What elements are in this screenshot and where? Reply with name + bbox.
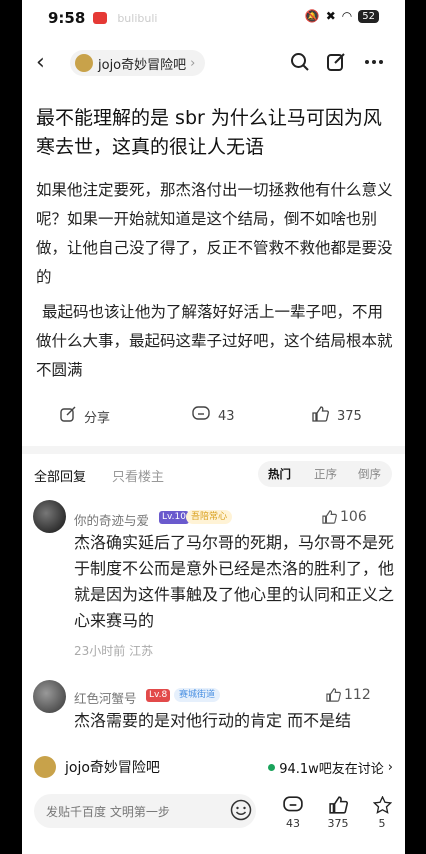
reply-placeholder: 发贴千百度 文明第一步 — [46, 805, 170, 819]
mute-icon: 🔕 — [304, 9, 320, 23]
post-actions: 分享 43 375 — [22, 400, 405, 432]
bottom-star-button[interactable]: 5 — [367, 795, 397, 830]
chevron-right-icon: › — [387, 759, 393, 775]
comment-icon — [283, 796, 303, 812]
tab-op-only[interactable]: 只看楼主 — [112, 466, 164, 485]
like-count: 375 — [337, 408, 362, 424]
comment-meta: 23小时前 江苏 — [74, 644, 154, 658]
sort-switcher: 热门 正序 倒序 — [258, 461, 392, 487]
reply-tabs: 全部回复 只看楼主 热门 正序 倒序 — [22, 460, 405, 488]
forum-entry-row[interactable]: jojo奇妙冒险吧 94.1w吧友在讨论 › — [22, 748, 405, 786]
thumbs-up-icon — [326, 688, 341, 702]
comment-count: 43 — [218, 408, 235, 424]
bottom-like-button[interactable]: 375 — [323, 796, 353, 830]
level-badge: Lv.10 — [159, 511, 189, 524]
sort-asc[interactable]: 正序 — [314, 466, 337, 482]
section-divider — [22, 446, 405, 454]
forum-name: jojo奇妙冒险吧 — [98, 57, 187, 73]
status-bar: 9:58 bulibuli 🔕 ✖ ◠ 52 — [22, 0, 405, 36]
level-badge: Lv.8 — [146, 689, 171, 702]
star-icon — [372, 795, 392, 814]
sim-icon: ✖ — [325, 9, 336, 23]
search-icon[interactable] — [290, 52, 310, 77]
app-screen: 9:58 bulibuli 🔕 ✖ ◠ 52 ‹ jojo奇妙冒险吧 › 最不能… — [22, 0, 405, 854]
share-button[interactable]: 分享 — [60, 406, 110, 426]
reply-input[interactable]: 发贴千百度 文明第一步 — [34, 794, 256, 828]
thumbs-up-icon — [328, 796, 348, 814]
bottom-bar: jojo奇妙冒险吧 94.1w吧友在讨论 › 发贴千百度 文明第一步 43 37… — [22, 748, 405, 854]
comment-like-count: 106 — [340, 509, 367, 525]
comment-username[interactable]: 你的奇迹与爱 — [74, 510, 149, 529]
notification-icon — [93, 12, 108, 24]
avatar[interactable] — [33, 680, 66, 713]
online-text: 94.1w吧友在讨论 — [279, 761, 384, 777]
comment-text: 杰洛需要的是对他行动的肯定 而不是结 — [74, 711, 352, 730]
tab-all-replies[interactable]: 全部回复 — [34, 466, 86, 485]
thumbs-up-icon — [322, 510, 337, 524]
bottom-like-count: 375 — [327, 817, 349, 830]
avatar[interactable] — [33, 500, 66, 533]
forum-pill[interactable]: jojo奇妙冒险吧 › — [70, 50, 206, 76]
battery-icon: 52 — [358, 9, 379, 23]
comment-username[interactable]: 红色河蟹号 — [74, 688, 137, 707]
comment-text: 杰洛确实延后了马尔哥的死期，马尔哥不是死于制度不公而是意外已经是杰洛的胜利了，他… — [74, 533, 395, 630]
comment-like[interactable]: 112 — [326, 687, 371, 703]
post-title: 最不能理解的是 sbr 为什么让马可因为风寒去世，这真的很让人无语 — [36, 107, 382, 158]
more-icon[interactable] — [364, 52, 384, 77]
forum-name: jojo奇妙冒险吧 — [65, 760, 160, 776]
forum-avatar — [34, 756, 56, 778]
online-count: 94.1w吧友在讨论 › — [268, 758, 393, 777]
wifi-icon: ◠ — [341, 9, 353, 23]
status-time: 9:58 — [48, 9, 86, 27]
emoji-icon[interactable] — [230, 799, 252, 824]
comment-button[interactable]: 43 — [192, 406, 235, 426]
sort-desc[interactable]: 倒序 — [358, 466, 381, 482]
bottom-comment-button[interactable]: 43 — [278, 796, 308, 830]
edit-icon[interactable] — [326, 52, 346, 77]
back-icon[interactable]: ‹ — [36, 50, 45, 75]
like-button[interactable]: 375 — [312, 406, 362, 426]
status-faint-text: bulibuli — [117, 11, 158, 25]
online-dot-icon — [268, 763, 276, 771]
bottom-comment-count: 43 — [286, 817, 300, 830]
forum-avatar — [75, 54, 93, 72]
comment-like-count: 112 — [344, 687, 371, 703]
chevron-right-icon: › — [190, 55, 196, 71]
share-label: 分享 — [84, 410, 111, 426]
post-paragraph-1: 如果他注定要死，那杰洛付出一切拯救他有什么意义呢？如果一开始就知道是这个结局，倒… — [36, 181, 393, 286]
top-nav: ‹ jojo奇妙冒险吧 › — [22, 44, 405, 82]
thumbs-up-icon — [312, 406, 329, 426]
status-icons: 🔕 ✖ ◠ 52 — [305, 9, 379, 23]
post-paragraph-2: 最起码也该让他为了解落好好活上一辈子吧，不用做什么大事，最起码这辈子过好吧，这个… — [36, 303, 393, 379]
comment-icon — [192, 406, 210, 426]
honor-badge: 吾陪常心 — [186, 510, 233, 524]
bottom-star-count: 5 — [378, 817, 386, 830]
honor-badge: 赛城街道 — [174, 688, 221, 702]
comment-like[interactable]: 106 — [322, 509, 367, 525]
sort-hot[interactable]: 热门 — [268, 466, 291, 482]
share-icon — [60, 406, 76, 426]
